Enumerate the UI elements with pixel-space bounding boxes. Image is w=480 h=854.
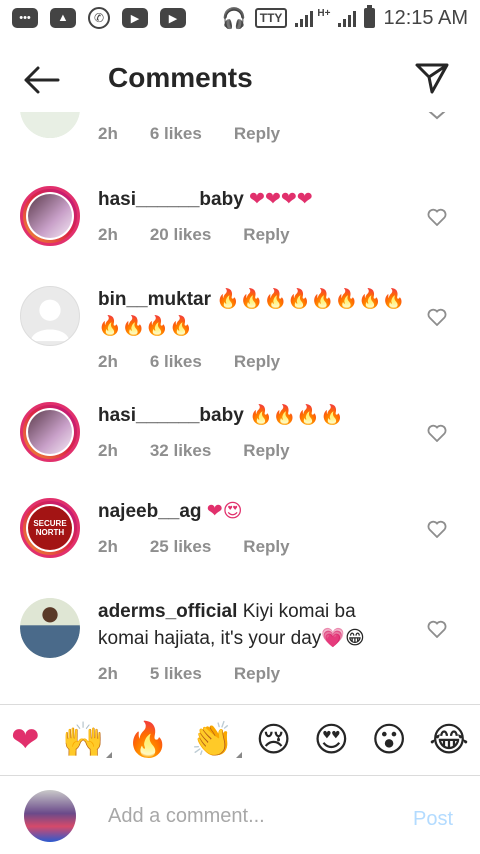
comment-time: 2h [98, 441, 118, 460]
comment-time: 2h [98, 352, 118, 371]
comment-time: 2h [98, 537, 118, 556]
comment-time: 2h [98, 664, 118, 683]
likes-count[interactable]: 32 likes [150, 437, 211, 464]
comment-body: hasi______baby ❤❤❤❤ 2h 20 likes Reply [98, 186, 408, 248]
emoji-heart-eyes-button[interactable]: 😍 [314, 720, 349, 760]
clock: 12:15 AM [383, 6, 468, 29]
likes-count[interactable]: 25 likes [150, 533, 211, 560]
avatar[interactable] [20, 402, 80, 462]
heart-icon[interactable] [427, 308, 447, 327]
comment-body: hasi______baby 🔥🔥🔥🔥 2h 32 likes Reply [98, 402, 408, 464]
emoji-heart-button[interactable]: ❤ [11, 720, 40, 760]
comment-input[interactable] [108, 802, 388, 830]
messages-icon: ••• [12, 8, 38, 28]
avatar[interactable] [20, 186, 80, 246]
comment-item: aderms_official Kiyi komai ba komai haji… [0, 598, 480, 704]
heart-icon[interactable] [427, 520, 447, 539]
reply-button[interactable]: Reply [234, 348, 280, 375]
comment-body: najeeb__ag ❤😍 2h 25 likes Reply [98, 498, 408, 560]
avatar[interactable] [20, 112, 80, 138]
youtube-icon: ▶ [160, 8, 186, 28]
emoji-clap-button[interactable]: 👏 [191, 720, 242, 760]
youtube-icon: ▶ [122, 8, 148, 28]
username[interactable]: aderms_official [98, 601, 237, 622]
chevron-down-icon[interactable] [428, 112, 446, 120]
comment-composer: Post [0, 778, 480, 854]
heart-icon[interactable] [427, 620, 447, 639]
likes-count[interactable]: 5 likes [150, 660, 202, 687]
comments-list[interactable]: 2h 6 likes Reply hasi______baby ❤❤❤❤ 2h … [0, 112, 480, 704]
paper-plane-icon[interactable] [414, 60, 450, 96]
avatar[interactable]: SECURE NORTH [20, 498, 80, 558]
heart-icon[interactable] [427, 424, 447, 443]
post-button[interactable]: Post [413, 808, 453, 831]
emoji-laugh-button[interactable]: 😂 [429, 720, 469, 760]
reply-button[interactable]: Reply [243, 221, 289, 248]
battery-icon [364, 5, 376, 28]
status-bar: ••• ▲ ✆ ▶ ▶ 🎧 TTY H+ 12:15 AM [0, 0, 480, 36]
comment-item: hasi______baby 🔥🔥🔥🔥 2h 32 likes Reply [0, 402, 480, 492]
username[interactable]: hasi______baby [98, 189, 244, 210]
emoji-fire-button[interactable]: 🔥 [127, 720, 169, 760]
tty-indicator: TTY [254, 8, 288, 28]
username[interactable]: najeeb__ag [98, 501, 202, 522]
emoji-sad-button[interactable]: 😢 [256, 720, 291, 760]
whatsapp-icon: ✆ [88, 7, 110, 29]
heart-icon[interactable] [427, 208, 447, 227]
likes-count[interactable]: 6 likes [150, 348, 202, 375]
gallery-icon: ▲ [50, 8, 76, 28]
avatar[interactable] [20, 286, 80, 346]
header: Comments [0, 44, 480, 112]
signal-icon [295, 9, 314, 27]
emoji-bar: ❤ 🙌 🔥 👏 😢 😍 😮 😂 [0, 704, 480, 776]
reply-button[interactable]: Reply [234, 660, 280, 687]
emoji-raised-hands-button[interactable]: 🙌 [62, 720, 113, 760]
page-title: Comments [108, 62, 253, 93]
comment-text: 🔥🔥🔥🔥 [249, 405, 344, 426]
reply-button[interactable]: Reply [243, 437, 289, 464]
emoji-surprised-button[interactable]: 😮 [371, 720, 406, 760]
signal-icon [338, 9, 357, 27]
username[interactable]: bin__muktar [98, 289, 211, 310]
avatar [24, 790, 76, 842]
likes-count[interactable]: 6 likes [150, 120, 202, 147]
headphones-icon: 🎧 [221, 7, 247, 30]
comment-time: 2h [98, 124, 118, 143]
comment-item: SECURE NORTH najeeb__ag ❤😍 2h 25 likes R… [0, 498, 480, 588]
reply-button[interactable]: Reply [234, 120, 280, 147]
comment-item: hasi______baby ❤❤❤❤ 2h 20 likes Reply [0, 186, 480, 276]
username[interactable]: hasi______baby [98, 405, 244, 426]
comment-time: 2h [98, 225, 118, 244]
comment-item: bin__muktar 🔥🔥🔥🔥🔥🔥🔥🔥🔥🔥🔥🔥 2h 6 likes Repl… [0, 286, 480, 396]
avatar-logo: SECURE NORTH [28, 506, 72, 550]
avatar[interactable] [20, 598, 80, 658]
comment-body: aderms_official Kiyi komai ba komai haji… [98, 598, 408, 687]
network-type: H+ [317, 7, 331, 19]
comment-body: bin__muktar 🔥🔥🔥🔥🔥🔥🔥🔥🔥🔥🔥🔥 2h 6 likes Repl… [98, 286, 408, 375]
comment-item: 2h 6 likes Reply [0, 112, 480, 158]
comment-body: 2h 6 likes Reply [98, 112, 408, 147]
likes-count[interactable]: 20 likes [150, 221, 211, 248]
comment-text: ❤❤❤❤ [249, 189, 313, 210]
reply-button[interactable]: Reply [243, 533, 289, 560]
arrow-left-icon[interactable] [22, 64, 62, 96]
comment-text: ❤😍 [206, 501, 243, 522]
